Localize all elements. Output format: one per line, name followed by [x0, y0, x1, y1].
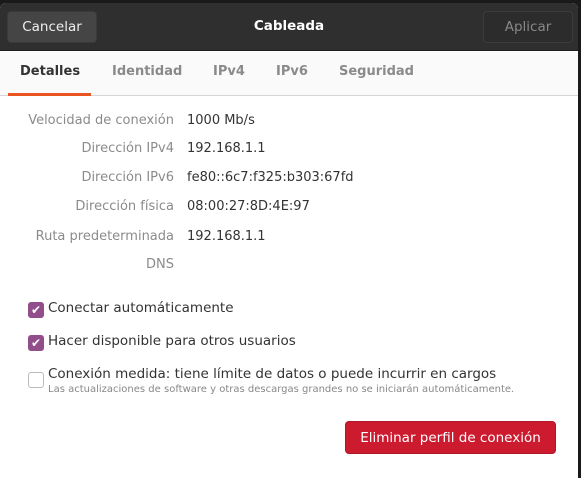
share-users-label[interactable]: Hacer disponible para otros usuarios	[48, 333, 296, 349]
metered-checkbox[interactable]	[28, 372, 44, 388]
auto-connect-label[interactable]: Conectar automáticamente	[48, 300, 234, 316]
tab-ipv4[interactable]: IPv4	[213, 64, 245, 79]
tab-details[interactable]: Detalles	[20, 64, 80, 79]
detail-value: fe80::6c7:f325:b303:67fd	[187, 170, 354, 185]
delete-profile-button[interactable]: Eliminar perfil de conexión	[345, 421, 556, 454]
active-tab-indicator	[8, 93, 91, 96]
header-bar: Cancelar Cableada Aplicar	[0, 3, 578, 51]
detail-value: 192.168.1.1	[187, 229, 266, 244]
tab-ipv6[interactable]: IPv6	[276, 64, 308, 79]
check-icon: ✔	[30, 303, 42, 317]
detail-row-mac: Dirección física 08:00:27:8D:4E:97	[0, 199, 578, 219]
metered-subtitle: Las actualizaciones de software y otras …	[48, 384, 515, 395]
detail-label: Ruta predeterminada	[35, 229, 174, 244]
detail-row-route: Ruta predeterminada 192.168.1.1	[0, 229, 578, 249]
detail-row-ipv6: Dirección IPv6 fe80::6c7:f325:b303:67fd	[0, 170, 578, 190]
detail-label: DNS	[146, 257, 174, 272]
detail-label: Dirección física	[75, 199, 174, 214]
check-icon: ✔	[30, 336, 42, 350]
apply-button[interactable]: Aplicar	[483, 11, 573, 43]
detail-label: Velocidad de conexión	[28, 113, 174, 128]
detail-value: 1000 Mb/s	[187, 113, 255, 128]
detail-value: 192.168.1.1	[187, 141, 266, 156]
auto-connect-checkbox[interactable]: ✔	[28, 302, 44, 318]
detail-row-ipv4: Dirección IPv4 192.168.1.1	[0, 141, 578, 161]
metered-label[interactable]: Conexión medida: tiene límite de datos o…	[48, 366, 496, 382]
detail-label: Dirección IPv4	[81, 141, 174, 156]
detail-value: 08:00:27:8D:4E:97	[187, 199, 310, 214]
tab-security[interactable]: Seguridad	[339, 64, 414, 79]
tab-bar: Detalles Identidad IPv4 IPv6 Seguridad	[0, 52, 578, 96]
detail-row-speed: Velocidad de conexión 1000 Mb/s	[0, 113, 578, 133]
dialog-window: Cancelar Cableada Aplicar Detalles Ident…	[0, 3, 578, 478]
detail-row-dns: DNS	[0, 257, 578, 277]
tab-identity[interactable]: Identidad	[112, 64, 182, 79]
share-users-checkbox[interactable]: ✔	[28, 335, 44, 351]
detail-label: Dirección IPv6	[81, 170, 174, 185]
